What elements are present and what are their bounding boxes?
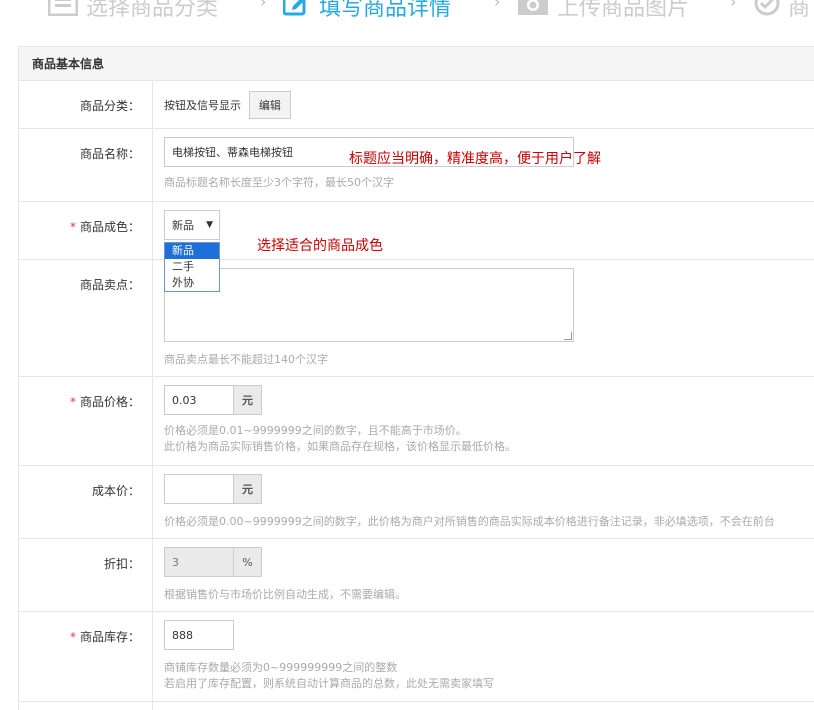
stock-input[interactable]: 888	[164, 620, 234, 650]
steps-bar: 选择商品分类 › 填写商品详情 › 上传商品图片 › 商	[0, 0, 814, 40]
discount-label: 折扣：	[19, 539, 153, 611]
edit-category-button[interactable]: 编辑	[248, 91, 291, 119]
cost-unit: 元	[234, 474, 262, 504]
resize-grip-icon[interactable]	[564, 332, 572, 340]
discount-input: 3	[164, 547, 234, 577]
condition-option-new[interactable]: 新品	[165, 243, 219, 259]
caret-down-icon: ▼	[206, 220, 213, 230]
name-label: 商品名称：	[19, 129, 153, 201]
check-circle-icon	[754, 0, 780, 22]
step-label: 选择商品分类	[86, 0, 219, 21]
step-label: 填写商品详情	[319, 0, 452, 21]
condition-option-used[interactable]: 二手	[165, 259, 219, 275]
price-unit: 元	[234, 385, 262, 415]
discount-unit: %	[234, 547, 262, 577]
chevron-right-icon: ›	[494, 0, 501, 11]
condition-option-outsourced[interactable]: 外协	[165, 275, 219, 291]
step-next[interactable]: 商	[754, 0, 810, 26]
category-label: 商品分类：	[19, 81, 153, 128]
selling-point-textarea[interactable]	[164, 268, 574, 342]
discount-hint: 根据销售价与市场价比例自动生成，不需要编辑。	[164, 588, 406, 601]
stock-hint-1: 商铺库存数量必须为0~999999999之间的整数	[164, 661, 398, 674]
selling-point-label: 商品卖点：	[19, 260, 153, 376]
condition-select[interactable]: 新品 ▼	[164, 210, 220, 240]
category-value: 按钮及信号显示	[164, 99, 241, 112]
price-input[interactable]: 0.03	[164, 385, 234, 415]
cost-input[interactable]	[164, 474, 234, 504]
panel-title: 商品基本信息	[19, 47, 814, 81]
name-hint: 商品标题名称长度至少3个字符，最长50个汉字	[164, 176, 394, 189]
condition-annotation: 选择适合的商品成色	[257, 238, 383, 254]
condition-dropdown: 新品 二手 外协	[164, 242, 220, 292]
cost-hint: 价格必须是0.00~9999999之间的数字，此价格为商户对所销售的商品实际成本…	[164, 515, 775, 528]
price-row: * 商品价格： 0.03 元 价格必须是0.01~9999999之间的数字，且不能…	[19, 377, 814, 466]
chevron-right-icon: ›	[260, 0, 267, 11]
condition-row: * 商品成色： 新品 ▼ 新品 二手 外协 选择适合的商品成色	[19, 202, 814, 292]
name-annotation: 标题应当明确，精准度高，便于用户了解	[349, 151, 601, 167]
next-row-label	[19, 702, 153, 710]
cost-row: 成本价： 元 价格必须是0.00~9999999之间的数字，此价格为商户对所销售…	[19, 466, 814, 539]
cost-label: 成本价：	[19, 466, 153, 538]
list-icon	[47, 0, 79, 22]
price-label: * 商品价格：	[19, 377, 153, 465]
price-hint-2: 此价格为商品实际销售价格，如果商品存在规格，该价格显示最低价格。	[164, 440, 516, 453]
selling-point-row: 商品卖点： 商品卖点最长不能超过140个汉字	[19, 260, 814, 377]
discount-row: 折扣： 3 % 根据销售价与市场价比例自动生成，不需要编辑。	[19, 539, 814, 612]
condition-label: * 商品成色：	[19, 202, 153, 259]
selling-point-hint: 商品卖点最长不能超过140个汉字	[164, 353, 328, 366]
category-row: 商品分类： 按钮及信号显示 编辑	[19, 81, 814, 129]
next-row	[19, 702, 814, 710]
edit-icon	[282, 0, 311, 22]
step-fill-details[interactable]: 填写商品详情	[282, 0, 452, 26]
stock-row: * 商品库存： 888 商铺库存数量必须为0~999999999之间的整数 若启用…	[19, 612, 814, 702]
name-row: 商品名称： 电梯按钮、蒂森电梯按钮 商品标题名称长度至少3个字符，最长50个汉字…	[19, 129, 814, 202]
step-select-category[interactable]: 选择商品分类	[47, 0, 219, 26]
step-label: 商	[788, 0, 811, 21]
stock-hint-2: 若启用了库存配置，则系统自动计算商品的总数，此处无需卖家填写	[164, 677, 494, 690]
basic-info-panel: 商品基本信息 商品分类： 按钮及信号显示 编辑 商品名称： 电梯按钮、蒂森电梯按…	[18, 46, 814, 710]
stock-label: * 商品库存：	[19, 612, 153, 701]
camera-icon	[517, 0, 549, 22]
price-hint-1: 价格必须是0.01~9999999之间的数字，且不能高于市场价。	[164, 424, 467, 437]
chevron-right-icon: ›	[730, 0, 737, 11]
step-upload-images[interactable]: 上传商品图片	[517, 0, 689, 26]
step-label: 上传商品图片	[557, 0, 690, 21]
